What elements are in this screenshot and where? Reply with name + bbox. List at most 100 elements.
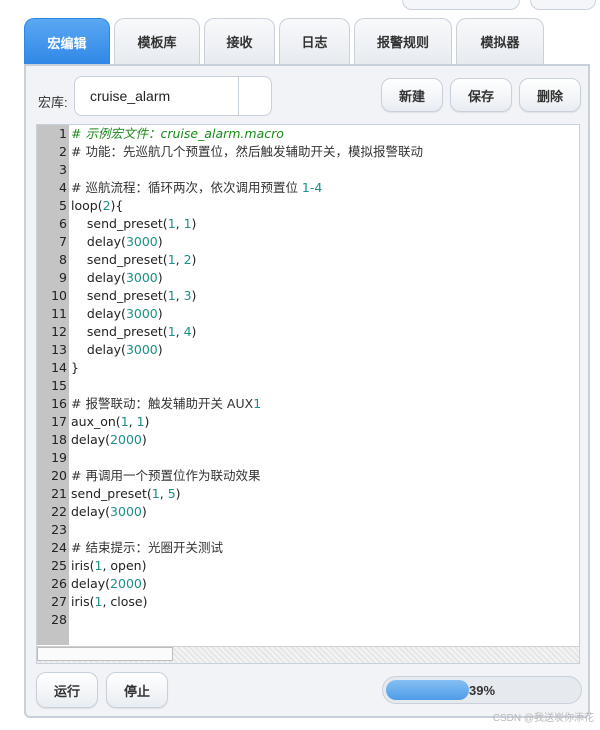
save-button[interactable]: 保存	[450, 78, 512, 112]
line-number: 15	[51, 378, 67, 393]
code-line: 25 iris(1, open)	[37, 557, 579, 575]
tab-template-library[interactable]: 模板库	[114, 18, 200, 64]
new-button[interactable]: 新建	[381, 78, 443, 112]
line-number: 7	[59, 234, 67, 249]
code-line: 28	[37, 611, 579, 629]
code-text: delay(2000)	[71, 432, 147, 447]
code-text: # 示例宏文件：cruise_alarm.macro	[71, 126, 284, 141]
delete-button[interactable]: 删除	[519, 78, 581, 112]
code-editor[interactable]: 1 # 示例宏文件：cruise_alarm.macro 2 # 功能：先巡航几个预置…	[36, 124, 580, 664]
code-text: delay(3000)	[71, 504, 147, 519]
macro-library-select[interactable]: cruise_alarm	[74, 76, 272, 116]
code-line: 1 # 示例宏文件：cruise_alarm.macro	[37, 125, 579, 143]
code-line: 9 delay(3000)	[37, 269, 579, 287]
code-line: 12 send_preset(1, 4)	[37, 323, 579, 341]
tab-simulator[interactable]: 模拟器	[456, 18, 544, 64]
code-text: send_preset(1, 4)	[71, 324, 197, 339]
code-line: 23	[37, 521, 579, 539]
line-number: 5	[59, 198, 67, 213]
code-line: 19	[37, 449, 579, 467]
line-number: 21	[51, 486, 67, 501]
tab-log[interactable]: 日志	[279, 18, 350, 64]
line-number: 6	[59, 216, 67, 231]
macro-editor-panel: 宏库: cruise_alarm 新建 保存 删除 1 # 示例宏文件：cruis…	[24, 64, 590, 718]
code-line: 26 delay(2000)	[37, 575, 579, 593]
code-text: delay(3000)	[71, 234, 163, 249]
line-number: 2	[59, 144, 67, 159]
stop-button[interactable]: 停止	[106, 672, 168, 708]
code-text: send_preset(1, 2)	[71, 252, 197, 267]
code-text: delay(3000)	[71, 270, 163, 285]
line-number: 1	[59, 126, 67, 141]
code-line: 17 aux_on(1, 1)	[37, 413, 579, 431]
horizontal-scrollbar-thumb[interactable]	[37, 647, 173, 661]
watermark: CSDN @我送炭你添花	[492, 713, 594, 724]
tab-receive[interactable]: 接收	[204, 18, 275, 64]
line-number: 14	[51, 360, 67, 375]
code-line: 27 iris(1, close)	[37, 593, 579, 611]
code-text: iris(1, open)	[71, 558, 147, 573]
code-text: # 巡航流程：循环两次，依次调用预置位 1-4	[71, 180, 323, 195]
code-text: send_preset(1, 3)	[71, 288, 197, 303]
code-line: 6 send_preset(1, 1)	[37, 215, 579, 233]
line-number: 8	[59, 252, 67, 267]
code-text: # 再调用一个预置位作为联动效果	[71, 468, 261, 483]
code-line: 21 send_preset(1, 5)	[37, 485, 579, 503]
tab-macro-editor[interactable]: 宏编辑	[24, 18, 110, 66]
macro-library-value: cruise_alarm	[75, 77, 239, 115]
code-line: 20 # 再调用一个预置位作为联动效果	[37, 467, 579, 485]
code-line: 14}	[37, 359, 579, 377]
line-number: 18	[51, 432, 67, 447]
code-text: # 结束提示：光圈开关测试	[71, 540, 223, 555]
line-number: 25	[51, 558, 67, 573]
dropdown-arrow-icon[interactable]	[239, 77, 271, 115]
run-button[interactable]: 运行	[36, 672, 98, 708]
line-number: 10	[51, 288, 67, 303]
line-number: 27	[51, 594, 67, 609]
code-line: 10 send_preset(1, 3)	[37, 287, 579, 305]
top-stub-left	[402, 0, 520, 10]
code-text: # 功能：先巡航几个预置位，然后触发辅助开关，模拟报警联动	[71, 144, 423, 159]
code-line: 8 send_preset(1, 2)	[37, 251, 579, 269]
code-line: 13 delay(3000)	[37, 341, 579, 359]
line-number: 24	[51, 540, 67, 555]
line-number: 20	[51, 468, 67, 483]
code-text: aux_on(1, 1)	[71, 414, 150, 429]
code-text: send_preset(1, 5)	[71, 486, 181, 501]
code-text: delay(3000)	[71, 342, 163, 357]
line-number: 17	[51, 414, 67, 429]
code-line: 24 # 结束提示：光圈开关测试	[37, 539, 579, 557]
code-line: 4 # 巡航流程：循环两次，依次调用预置位 1-4	[37, 179, 579, 197]
code-line: 18 delay(2000)	[37, 431, 579, 449]
tab-alarm-rules[interactable]: 报警规则	[354, 18, 452, 64]
line-number: 16	[51, 396, 67, 411]
code-text: loop(2){	[71, 198, 124, 213]
code-text: iris(1, close)	[71, 594, 148, 609]
line-number: 13	[51, 342, 67, 357]
line-number: 28	[51, 612, 67, 627]
line-number: 3	[59, 162, 67, 177]
code-line: 11 delay(3000)	[37, 305, 579, 323]
progress-bar: 39%	[382, 676, 582, 704]
line-number: 12	[51, 324, 67, 339]
code-line: 5 loop(2){	[37, 197, 579, 215]
macro-library-label: 宏库:	[38, 95, 68, 110]
line-number: 4	[59, 180, 67, 195]
progress-text: 39%	[468, 682, 496, 698]
code-line: 15	[37, 377, 579, 395]
line-number: 23	[51, 522, 67, 537]
top-stub-right	[530, 0, 596, 10]
code-line: 2 # 功能：先巡航几个预置位，然后触发辅助开关，模拟报警联动	[37, 143, 579, 161]
line-number: 19	[51, 450, 67, 465]
code-line: 3	[37, 161, 579, 179]
horizontal-scrollbar[interactable]	[37, 646, 579, 663]
line-number: 9	[59, 270, 67, 285]
line-number: 22	[51, 504, 67, 519]
code-text: delay(3000)	[71, 306, 163, 321]
code-lines: 1 # 示例宏文件：cruise_alarm.macro 2 # 功能：先巡航几个预置…	[37, 125, 579, 629]
code-line: 7 delay(3000)	[37, 233, 579, 251]
line-number: 11	[51, 306, 67, 321]
code-text: # 报警联动：触发辅助开关 AUX1	[71, 396, 262, 411]
code-text: send_preset(1, 1)	[71, 216, 197, 231]
code-line: 22 delay(3000)	[37, 503, 579, 521]
